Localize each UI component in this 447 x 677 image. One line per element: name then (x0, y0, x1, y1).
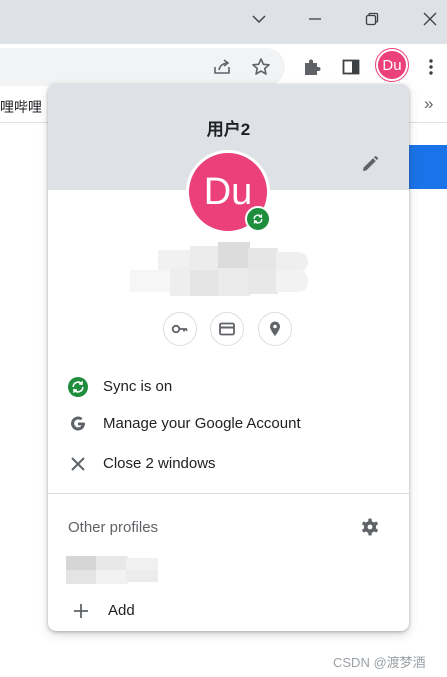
extensions-button[interactable] (296, 51, 328, 83)
pencil-icon (363, 155, 379, 171)
puzzle-icon (305, 59, 321, 75)
restore-button[interactable] (349, 0, 395, 38)
payment-methods-button[interactable] (210, 312, 244, 346)
bookmark-star-button[interactable] (245, 51, 277, 83)
close-icon (67, 453, 89, 475)
passwords-button[interactable] (163, 312, 197, 346)
section-divider (48, 493, 409, 494)
sync-status-badge (245, 206, 271, 232)
chevron-down-icon (252, 15, 266, 23)
gear-icon (362, 518, 378, 536)
manage-account-row[interactable]: Manage your Google Account (48, 404, 409, 442)
plus-icon (70, 600, 92, 622)
add-profile-row[interactable]: Add (48, 591, 409, 629)
side-panel-icon (342, 59, 360, 75)
watermark-text: CSDN @渡梦酒 (333, 655, 426, 670)
sync-icon (253, 214, 263, 224)
address-bar[interactable] (0, 48, 285, 86)
close-windows-row[interactable]: Close 2 windows (48, 444, 409, 482)
page-blue-button[interactable] (405, 145, 447, 189)
profile-name: 用户2 (206, 120, 251, 139)
restore-icon (365, 12, 379, 26)
minimize-icon (309, 18, 321, 20)
edit-profile-button[interactable] (356, 150, 384, 178)
add-profile-label: Add (108, 602, 135, 619)
star-icon (252, 58, 270, 75)
blurred-email (130, 242, 310, 296)
location-pin-icon (270, 321, 280, 336)
bookmarks-overflow-button[interactable]: » (424, 94, 433, 114)
other-profile-blurred[interactable] (66, 552, 161, 586)
kebab-menu-icon (429, 59, 433, 75)
key-icon (171, 324, 188, 334)
close-icon (423, 12, 437, 26)
title-bar (0, 0, 447, 44)
close-windows-label: Close 2 windows (103, 455, 216, 472)
other-profiles-heading: Other profiles (68, 519, 159, 536)
payment-card-icon (219, 322, 235, 336)
close-window-button[interactable] (407, 0, 447, 38)
minimize-button[interactable] (292, 0, 338, 38)
side-panel-button[interactable] (335, 51, 367, 83)
profile-menu-popup: 用户2 Du Sync is on Manage your Google Acc… (48, 84, 409, 631)
addresses-button[interactable] (258, 312, 292, 346)
manage-profiles-button[interactable] (357, 514, 383, 540)
sync-label: Sync is on (103, 378, 173, 395)
google-g-icon (67, 413, 89, 435)
share-icon (214, 59, 230, 74)
chrome-menu-button[interactable] (415, 51, 447, 83)
sync-icon (67, 376, 89, 398)
bookmark-item[interactable]: 哩哔哩 (0, 97, 42, 117)
share-button[interactable] (206, 51, 238, 83)
tab-search-button[interactable] (236, 0, 282, 38)
manage-account-label: Manage your Google Account (103, 415, 301, 432)
profile-avatar-button[interactable]: Du (375, 48, 409, 82)
sync-row[interactable]: Sync is on (48, 367, 409, 405)
